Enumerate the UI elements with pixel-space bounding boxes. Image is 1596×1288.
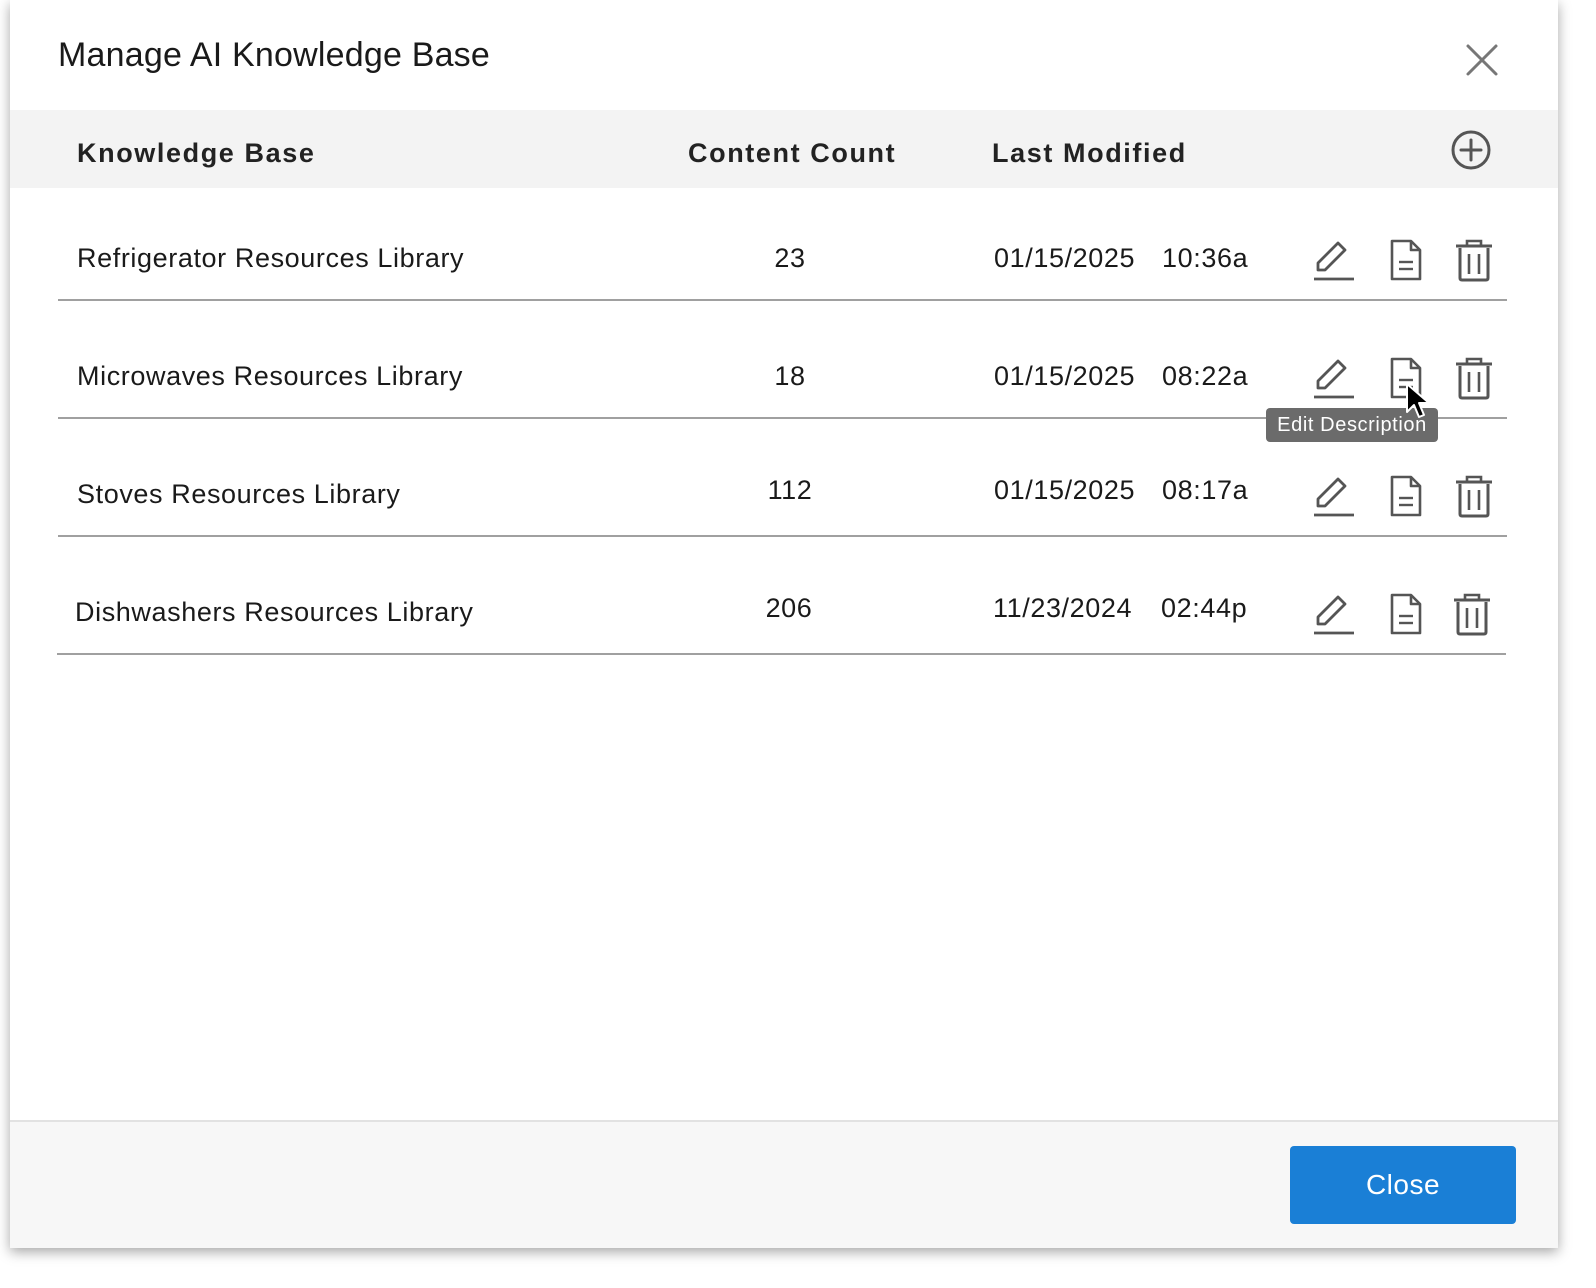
knowledge-base-name: Refrigerator Resources Library (77, 243, 465, 273)
last-modified-time: 10:36a (1162, 243, 1249, 273)
document-icon[interactable] (1382, 236, 1430, 284)
edit-pencil-icon[interactable] (1310, 590, 1358, 638)
knowledge-base-name: Stoves Resources Library (77, 479, 401, 509)
content-count: 18 (774, 361, 806, 391)
table-row: Refrigerator Resources Library 23 01/15/… (58, 181, 1507, 301)
table-row: Dishwashers Resources Library 206 11/23/… (57, 535, 1506, 655)
dialog-title: Manage AI Knowledge Base (58, 36, 490, 74)
document-icon[interactable] (1382, 472, 1430, 520)
content-count: 23 (774, 243, 806, 273)
close-button[interactable]: Close (1290, 1146, 1516, 1224)
mouse-cursor-icon (1406, 383, 1430, 418)
last-modified-date: 01/15/2025 (994, 475, 1136, 505)
trash-icon[interactable] (1450, 354, 1498, 402)
table-row: Microwaves Resources Library 18 01/15/20… (58, 299, 1507, 419)
last-modified-date: 01/15/2025 (994, 243, 1136, 273)
last-modified-date: 11/23/2024 (993, 593, 1133, 623)
trash-icon[interactable] (1450, 472, 1498, 520)
content-count: 112 (767, 475, 813, 505)
last-modified-time: 02:44p (1161, 593, 1248, 623)
last-modified-time: 08:22a (1162, 361, 1249, 391)
last-modified-date: 01/15/2025 (994, 361, 1136, 391)
table-header: Knowledge Base Content Count Last Modifi… (10, 110, 1558, 188)
column-header-knowledge-base: Knowledge Base (77, 138, 316, 168)
trash-icon[interactable] (1450, 236, 1498, 284)
content-count: 206 (765, 593, 813, 623)
knowledge-base-name: Dishwashers Resources Library (75, 597, 474, 627)
document-icon[interactable] (1382, 590, 1430, 638)
manage-knowledge-base-dialog: Manage AI Knowledge Base Knowledge Base … (10, 0, 1558, 1248)
column-header-last-modified: Last Modified (992, 138, 1187, 168)
last-modified-time: 08:17a (1162, 475, 1249, 505)
close-icon[interactable] (1462, 40, 1502, 80)
trash-icon[interactable] (1448, 590, 1496, 638)
dialog-footer: Close (10, 1120, 1558, 1248)
edit-pencil-icon[interactable] (1310, 472, 1358, 520)
column-header-content-count: Content Count (688, 138, 897, 168)
knowledge-base-name: Microwaves Resources Library (77, 361, 463, 391)
edit-pencil-icon[interactable] (1310, 354, 1358, 402)
add-circle-icon[interactable] (1450, 129, 1492, 171)
edit-pencil-icon[interactable] (1310, 236, 1358, 284)
